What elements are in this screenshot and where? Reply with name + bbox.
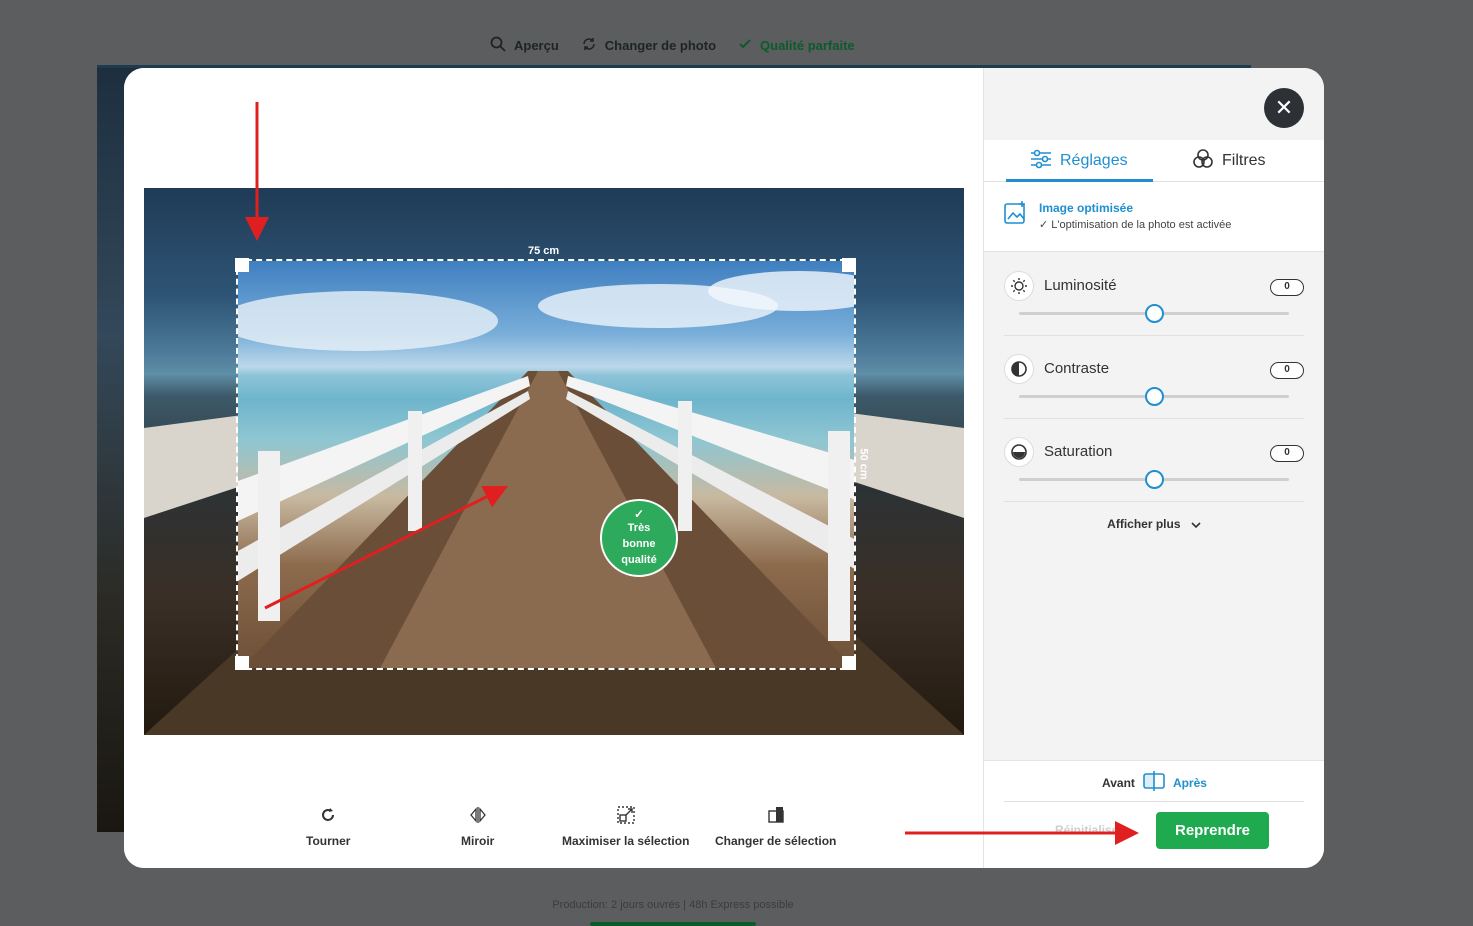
mirror-icon — [461, 806, 494, 828]
brightness-label: Luminosité — [1044, 277, 1117, 294]
crop-handle-top-left[interactable] — [235, 258, 249, 272]
editor-area: ✓ Très bonne qualité 75 cm 50 cm Tourner… — [124, 68, 983, 868]
reset-button[interactable]: Réinitialiser — [1055, 823, 1123, 837]
saturation-control: Saturation 0 — [1004, 419, 1304, 502]
sidebar-footer: Avant Après Réinitialiser Reprendre — [984, 760, 1324, 868]
settings-tabs: Réglages Filtres — [984, 140, 1324, 182]
check-icon — [738, 37, 752, 54]
chevron-down-icon — [1184, 517, 1202, 531]
contrast-icon — [1004, 354, 1034, 384]
saturation-slider-thumb[interactable] — [1145, 470, 1164, 489]
quality-badge-line1: Très — [627, 522, 651, 534]
quality-badge: ✓ Très bonne qualité — [600, 499, 678, 577]
maximize-selection-label: Maximiser la sélection — [562, 834, 690, 848]
saturation-icon — [1004, 437, 1034, 467]
mirror-button[interactable]: Miroir — [461, 806, 494, 848]
photo-editor-modal: ✓ Très bonne qualité 75 cm 50 cm Tourner… — [124, 68, 1324, 868]
quality-badge-line3: qualité — [621, 554, 657, 566]
crop-handle-top-right[interactable] — [842, 258, 856, 272]
contrast-slider-thumb[interactable] — [1145, 387, 1164, 406]
settings-sidebar: ✕ Réglages Filtres Image optimisée ✓ L'o… — [983, 68, 1324, 868]
tab-filtres-label: Filtres — [1222, 152, 1266, 169]
saturation-label: Saturation — [1044, 443, 1113, 460]
background-footer-button — [590, 922, 756, 926]
check-icon: ✓ — [633, 507, 645, 521]
after-label: Après — [1172, 775, 1207, 790]
contrast-control: Contraste 0 — [1004, 336, 1304, 419]
show-more-label: Afficher plus — [1107, 517, 1181, 531]
crop-height-label: 50 cm — [857, 448, 870, 480]
change-selection-label: Changer de sélection — [715, 834, 837, 848]
show-more-button[interactable]: Afficher plus — [984, 517, 1324, 531]
maximize-selection-button[interactable]: Maximiser la sélection — [562, 806, 689, 848]
editor-toolbar: Tourner Miroir Maximiser la sélection Ch… — [124, 806, 983, 856]
image-optimized-icon — [1004, 200, 1028, 229]
resume-button[interactable]: Reprendre — [1156, 812, 1269, 849]
quality-badge-line2: bonne — [622, 538, 656, 550]
crop-selection[interactable]: ✓ Très bonne qualité — [236, 259, 856, 670]
before-after-toggle[interactable]: Avant Après — [984, 771, 1324, 794]
change-selection-icon — [715, 806, 836, 828]
magnifier-icon — [490, 36, 506, 55]
quality-status-label: Qualité parfaite — [760, 38, 855, 53]
filters-icon — [1192, 148, 1214, 175]
maximize-selection-icon — [562, 806, 689, 828]
optimization-title: Image optimisée — [1039, 201, 1134, 215]
tab-reglages[interactable]: Réglages — [1030, 140, 1128, 182]
before-label: Avant — [1102, 775, 1135, 790]
rotate-icon — [306, 806, 350, 828]
contrast-value[interactable]: 0 — [1270, 362, 1304, 379]
contrast-label: Contraste — [1044, 360, 1110, 377]
tab-filtres[interactable]: Filtres — [1192, 140, 1266, 182]
rotate-label: Tourner — [306, 834, 351, 848]
compare-icon — [1143, 771, 1165, 794]
brightness-value[interactable]: 0 — [1270, 279, 1304, 296]
pier-crop-image — [238, 271, 854, 668]
crop-width-label: 75 cm — [528, 245, 560, 257]
change-selection-button[interactable]: Changer de sélection — [715, 806, 836, 848]
photo-canvas: ✓ Très bonne qualité 75 cm 50 cm — [144, 188, 964, 735]
brightness-control: Luminosité 0 — [1004, 253, 1304, 336]
close-icon: ✕ — [1274, 95, 1294, 120]
close-button[interactable]: ✕ — [1264, 88, 1304, 128]
crop-handle-bottom-right[interactable] — [842, 656, 856, 670]
preview-label: Aperçu — [514, 38, 559, 53]
change-photo-link: Changer de photo — [581, 36, 716, 55]
optimization-subtitle: ✓ L'optimisation de la photo est activée — [1039, 219, 1232, 231]
background-footer: Production: 2 jours ouvrés | 48h Express… — [552, 899, 794, 911]
optimization-banner: Image optimisée ✓ L'optimisation de la p… — [984, 182, 1324, 252]
change-photo-label: Changer de photo — [604, 38, 717, 53]
crop-handle-bottom-left[interactable] — [235, 656, 249, 670]
saturation-value[interactable]: 0 — [1270, 445, 1304, 462]
tab-reglages-label: Réglages — [1060, 152, 1128, 169]
sliders-icon — [1030, 149, 1052, 174]
mirror-label: Miroir — [461, 834, 495, 848]
sun-icon — [1004, 271, 1034, 301]
quality-status: Qualité parfaite — [738, 37, 855, 54]
crop-preview — [238, 261, 854, 668]
refresh-icon — [581, 36, 597, 55]
preview-link: Aperçu — [490, 36, 559, 55]
footer-divider — [1004, 801, 1304, 802]
brightness-slider-thumb[interactable] — [1145, 304, 1164, 323]
rotate-button[interactable]: Tourner — [306, 806, 350, 848]
background-toolbar: Aperçu Changer de photo Qualité parfaite — [490, 36, 855, 55]
